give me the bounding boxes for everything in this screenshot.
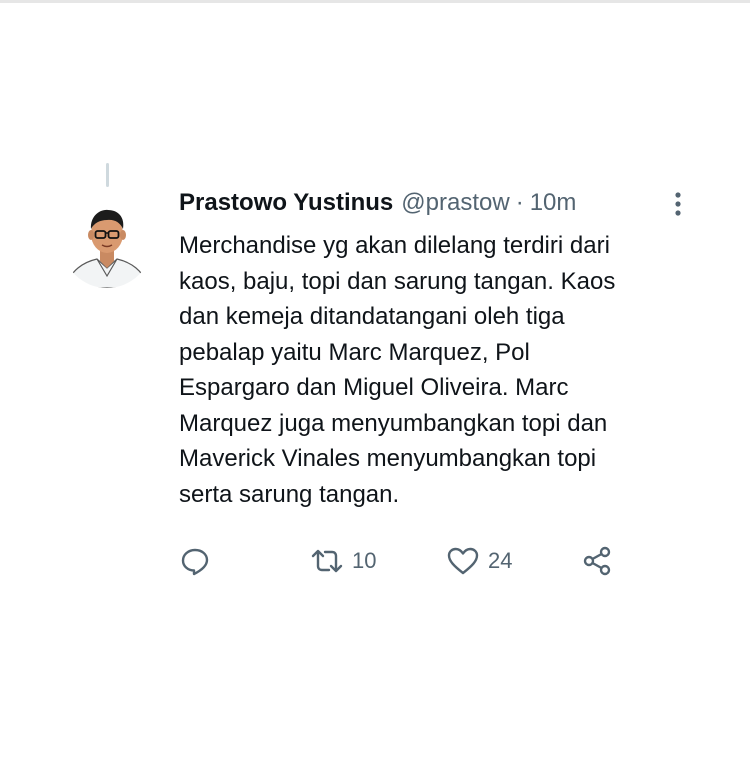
- top-divider: [0, 0, 750, 3]
- share-icon: [583, 546, 611, 576]
- more-vertical-icon: [675, 192, 681, 216]
- tweet-header: Prastowo Yustinus @prastow · 10m: [179, 187, 576, 219]
- meta-separator: ·: [515, 189, 524, 216]
- like-count: 24: [488, 548, 513, 573]
- thread-connector-line: [106, 163, 109, 187]
- tweet-actions: 10 24: [179, 543, 639, 579]
- retweet-icon: [311, 549, 343, 573]
- retweet-button[interactable]: 10: [310, 543, 376, 579]
- reply-button[interactable]: [179, 543, 211, 579]
- tweet-timestamp[interactable]: 10m: [530, 189, 577, 217]
- heart-icon: [447, 547, 479, 575]
- more-options-button[interactable]: [668, 190, 688, 218]
- avatar-illustration: [62, 198, 152, 288]
- author-handle[interactable]: @prastow: [401, 189, 509, 217]
- reply-icon: [181, 548, 209, 576]
- retweet-count: 10: [352, 548, 377, 573]
- tweet-text: Merchandise yg akan dilelang terdiri dar…: [179, 232, 616, 508]
- author-name[interactable]: Prastowo Yustinus: [179, 189, 393, 217]
- avatar[interactable]: [62, 198, 152, 288]
- like-button[interactable]: 24: [446, 543, 512, 579]
- share-button[interactable]: [581, 543, 613, 579]
